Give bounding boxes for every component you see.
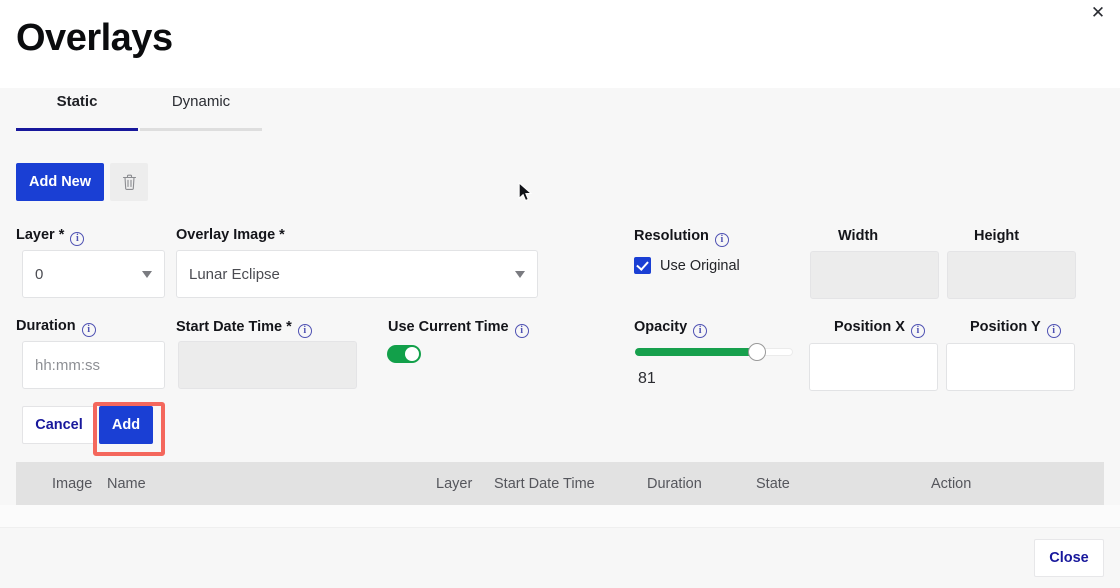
opacity-slider-thumb[interactable] bbox=[748, 343, 766, 361]
dialog-footer: Close bbox=[0, 527, 1120, 588]
info-icon[interactable]: i bbox=[82, 323, 96, 337]
info-icon[interactable]: i bbox=[1047, 324, 1061, 338]
layer-select-value: 0 bbox=[35, 266, 142, 283]
cancel-button[interactable]: Cancel bbox=[22, 406, 96, 444]
resolution-label: Resolution i bbox=[634, 227, 729, 247]
opacity-value: 81 bbox=[638, 370, 656, 388]
add-button[interactable]: Add bbox=[99, 406, 153, 444]
delete-button[interactable] bbox=[110, 163, 148, 201]
info-icon[interactable]: i bbox=[693, 324, 707, 338]
close-button[interactable]: Close bbox=[1034, 539, 1104, 577]
trash-icon bbox=[122, 174, 137, 191]
opacity-slider[interactable] bbox=[635, 343, 795, 363]
position-x-label: Position X i bbox=[834, 318, 925, 338]
overlay-image-label-text: Overlay Image * bbox=[176, 227, 285, 243]
close-icon[interactable]: ✕ bbox=[1087, 2, 1109, 24]
tab-dynamic[interactable]: Dynamic bbox=[140, 93, 262, 123]
column-header-name: Name bbox=[107, 475, 146, 493]
use-current-time-label-text: Use Current Time bbox=[388, 319, 509, 335]
position-y-input[interactable] bbox=[946, 343, 1075, 391]
position-x-label-text: Position X bbox=[834, 319, 905, 335]
use-current-time-toggle[interactable] bbox=[387, 345, 421, 363]
overlay-image-label: Overlay Image * bbox=[176, 226, 285, 244]
info-icon[interactable]: i bbox=[515, 324, 529, 338]
position-x-input[interactable] bbox=[809, 343, 938, 391]
column-header-state: State bbox=[756, 475, 790, 493]
position-y-label: Position Y i bbox=[970, 318, 1061, 338]
use-original-label: Use Original bbox=[660, 258, 740, 274]
info-icon[interactable]: i bbox=[70, 232, 84, 246]
start-date-time-label: Start Date Time * i bbox=[176, 318, 312, 338]
resolution-label-text: Resolution bbox=[634, 228, 709, 244]
page-title: Overlays bbox=[16, 14, 173, 62]
layer-label-text: Layer * bbox=[16, 227, 64, 243]
info-icon[interactable]: i bbox=[715, 233, 729, 247]
use-current-time-label: Use Current Time i bbox=[388, 318, 529, 338]
tab-dynamic-underline bbox=[140, 128, 262, 131]
overlay-image-select[interactable]: Lunar Eclipse bbox=[176, 250, 538, 298]
tab-static[interactable]: Static bbox=[16, 93, 138, 123]
width-input[interactable] bbox=[810, 251, 939, 299]
start-date-time-label-text: Start Date Time * bbox=[176, 319, 292, 335]
layer-label: Layer * i bbox=[16, 226, 84, 246]
duration-input[interactable] bbox=[22, 341, 165, 389]
height-input[interactable] bbox=[947, 251, 1076, 299]
overlays-dialog: Overlays ✕ Static Dynamic Add New Layer … bbox=[0, 0, 1120, 588]
info-icon[interactable]: i bbox=[911, 324, 925, 338]
column-header-start-date-time: Start Date Time bbox=[494, 475, 595, 493]
column-header-duration: Duration bbox=[647, 475, 702, 493]
dialog-header: Overlays ✕ bbox=[0, 0, 1120, 88]
width-label: Width bbox=[838, 227, 878, 245]
column-header-image: Image bbox=[52, 475, 92, 493]
opacity-label-text: Opacity bbox=[634, 319, 687, 335]
height-label: Height bbox=[974, 227, 1019, 245]
position-y-label-text: Position Y bbox=[970, 319, 1041, 335]
static-overlay-form-panel: Add New Layer * i 0 Overlay Image * Lunar… bbox=[0, 134, 1120, 452]
opacity-slider-fill bbox=[635, 348, 757, 356]
column-header-layer: Layer bbox=[436, 475, 472, 493]
info-icon[interactable]: i bbox=[298, 324, 312, 338]
duration-label-text: Duration bbox=[16, 318, 76, 334]
column-header-action: Action bbox=[931, 475, 971, 493]
chevron-down-icon bbox=[515, 271, 525, 278]
overlays-table-body bbox=[0, 505, 1120, 527]
tab-bar: Static Dynamic bbox=[0, 88, 1120, 134]
chevron-down-icon bbox=[142, 271, 152, 278]
overlay-image-select-value: Lunar Eclipse bbox=[189, 266, 515, 283]
add-new-button[interactable]: Add New bbox=[16, 163, 104, 201]
overlays-table-header: Image Name Layer Start Date Time Duratio… bbox=[16, 462, 1104, 505]
use-original-checkbox[interactable]: Use Original bbox=[634, 257, 740, 274]
tab-static-underline bbox=[16, 128, 138, 131]
start-date-time-input[interactable] bbox=[178, 341, 357, 389]
opacity-label: Opacity i bbox=[634, 318, 707, 338]
duration-label: Duration i bbox=[16, 317, 96, 337]
checkbox-checked-icon bbox=[634, 257, 651, 274]
layer-select[interactable]: 0 bbox=[22, 250, 165, 298]
